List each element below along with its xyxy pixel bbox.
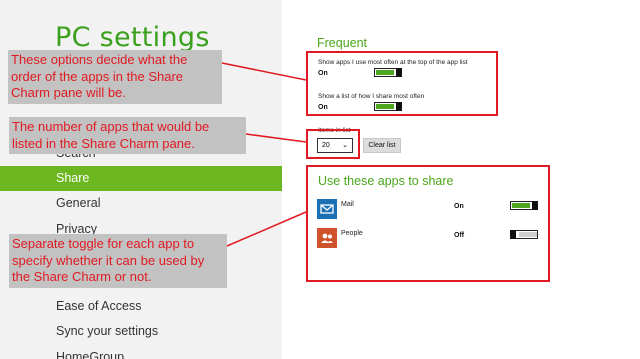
frequent-heading: Frequent [317,36,368,50]
nav-item-ease-of-access[interactable]: Ease of Access [0,294,282,319]
callout-order: These options decide what the order of t… [8,50,222,104]
nav-item-homegroup[interactable]: HomeGroup [0,345,282,359]
callout-count: The number of apps that would be listed … [9,117,246,154]
apps-section-highlight [306,165,550,282]
page-title: PC settings [55,22,210,53]
callout-toggle: Separate toggle for each app to specify … [9,234,227,288]
nav-item-sync-settings[interactable]: Sync your settings [0,319,282,344]
items-list-highlight [306,129,360,159]
nav-item-share[interactable]: Share [0,166,282,191]
frequent-options-highlight [306,51,498,116]
clear-list-button[interactable]: Clear list [363,138,401,153]
nav-item-general[interactable]: General [0,191,282,216]
